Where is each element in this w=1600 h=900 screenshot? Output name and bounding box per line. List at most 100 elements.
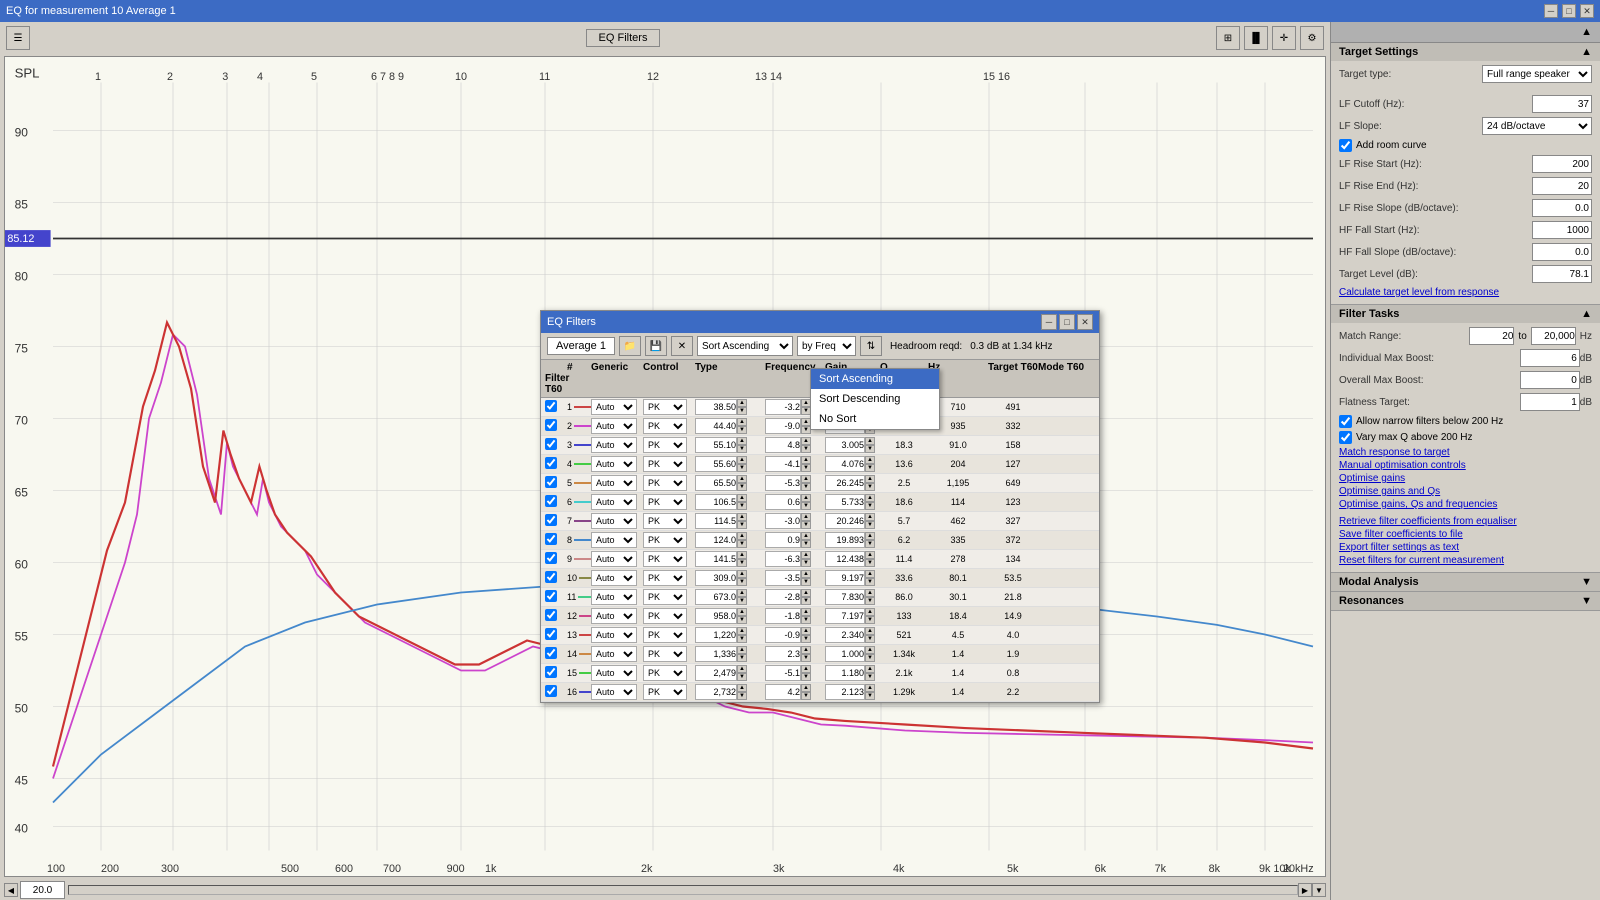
sort-none-item[interactable]: No Sort [811,409,939,429]
filter-freq-16[interactable] [695,684,737,700]
eq-filters-button[interactable]: EQ Filters [586,29,661,47]
optimise-gains-link[interactable]: Optimise gains [1339,473,1592,484]
eq-dialog-maximize[interactable]: □ [1059,314,1075,330]
sort-ascending-item[interactable]: Sort Ascending [811,369,939,389]
settings-icon[interactable]: ⚙ [1300,26,1324,50]
filter-type-2[interactable]: PK [643,418,687,434]
filter-gain-3[interactable] [765,437,801,453]
filter-enabled-8[interactable] [545,533,557,545]
lf-rise-end-input[interactable] [1532,177,1592,195]
filter-gain-2[interactable] [765,418,801,434]
filter-enabled-2[interactable] [545,419,557,431]
hf-fall-start-input[interactable] [1532,221,1592,239]
scroll-down-button[interactable]: ▼ [1312,883,1326,897]
add-room-curve-checkbox[interactable] [1339,139,1352,152]
filter-freq-15[interactable] [695,665,737,681]
filter-gain-7[interactable] [765,513,801,529]
individual-max-boost-input[interactable] [1520,349,1580,367]
filter-control-15[interactable]: Auto [591,665,637,681]
eq-sort-select[interactable]: Sort Ascending Sort Descending No Sort [697,336,793,356]
filter-control-12[interactable]: Auto [591,608,637,624]
filter-gain-16[interactable] [765,684,801,700]
filter-freq-10[interactable] [695,570,737,586]
filter-gain-9[interactable] [765,551,801,567]
filter-control-8[interactable]: Auto [591,532,637,548]
filter-control-11[interactable]: Auto [591,589,637,605]
filter-enabled-16[interactable] [545,685,557,697]
allow-narrow-checkbox[interactable] [1339,415,1352,428]
reset-link[interactable]: Reset filters for current measurement [1339,555,1592,566]
eq-freq-select[interactable]: by Freq by Band [797,336,856,356]
lf-rise-slope-input[interactable] [1532,199,1592,217]
filter-q-13[interactable] [825,627,865,643]
match-range-to-input[interactable] [1531,327,1576,345]
filter-enabled-7[interactable] [545,514,557,526]
minimize-button[interactable]: ─ [1544,4,1558,18]
manual-opt-link[interactable]: Manual optimisation controls [1339,460,1592,471]
filter-enabled-14[interactable] [545,647,557,659]
filter-type-6[interactable]: PK [643,494,687,510]
filter-freq-12[interactable] [695,608,737,624]
target-type-select[interactable]: Full range speaker [1482,65,1592,83]
filter-control-5[interactable]: Auto [591,475,637,491]
filter-gain-8[interactable] [765,532,801,548]
filter-control-14[interactable]: Auto [591,646,637,662]
hf-fall-slope-input[interactable] [1532,243,1592,261]
filter-enabled-3[interactable] [545,438,557,450]
vary-max-checkbox[interactable] [1339,431,1352,444]
filter-freq-5[interactable] [695,475,737,491]
filter-enabled-15[interactable] [545,666,557,678]
filter-type-10[interactable]: PK [643,570,687,586]
filter-q-7[interactable] [825,513,865,529]
filter-gain-1[interactable] [765,399,801,415]
menu-button[interactable]: ☰ [6,26,30,50]
sidebar-collapse-icon[interactable]: ▲ [1581,26,1592,38]
filter-control-7[interactable]: Auto [591,513,637,529]
filter-q-11[interactable] [825,589,865,605]
filter-control-13[interactable]: Auto [591,627,637,643]
filter-control-10[interactable]: Auto [591,570,637,586]
filter-freq-8[interactable] [695,532,737,548]
filter-q-9[interactable] [825,551,865,567]
filter-control-3[interactable]: Auto [591,437,637,453]
filter-type-13[interactable]: PK [643,627,687,643]
filter-type-3[interactable]: PK [643,437,687,453]
filter-type-16[interactable]: PK [643,684,687,700]
maximize-button[interactable]: □ [1562,4,1576,18]
filter-q-8[interactable] [825,532,865,548]
export-link[interactable]: Export filter settings as text [1339,542,1592,553]
filter-type-11[interactable]: PK [643,589,687,605]
filter-type-5[interactable]: PK [643,475,687,491]
eq-tab-average1[interactable]: Average 1 [547,337,615,355]
filter-gain-10[interactable] [765,570,801,586]
eq-dialog-minimize[interactable]: ─ [1041,314,1057,330]
close-button[interactable]: ✕ [1580,4,1594,18]
filter-gain-6[interactable] [765,494,801,510]
filter-gain-4[interactable] [765,456,801,472]
filter-enabled-9[interactable] [545,552,557,564]
eq-close-tab-button[interactable]: ✕ [671,336,693,356]
filter-enabled-10[interactable] [545,571,557,583]
filter-control-6[interactable]: Auto [591,494,637,510]
filter-control-16[interactable]: Auto [591,684,637,700]
target-settings-header[interactable]: Target Settings ▲ [1331,43,1600,61]
filter-gain-13[interactable] [765,627,801,643]
freq-min-input[interactable]: 20.0 [20,881,65,899]
resonances-header[interactable]: Resonances ▼ [1331,592,1600,610]
filter-q-12[interactable] [825,608,865,624]
optimise-all-link[interactable]: Optimise gains, Qs and frequencies [1339,499,1592,510]
filter-gain-11[interactable] [765,589,801,605]
filter-freq-2[interactable] [695,418,737,434]
scroll-right-button[interactable]: ▶ [1298,883,1312,897]
filter-freq-11[interactable] [695,589,737,605]
filter-freq-13[interactable] [695,627,737,643]
filter-enabled-5[interactable] [545,476,557,488]
filter-control-1[interactable]: Auto [591,399,637,415]
filter-freq-6[interactable] [695,494,737,510]
filter-type-8[interactable]: PK [643,532,687,548]
scroll-left-button[interactable]: ◀ [4,883,18,897]
columns-icon[interactable]: ▐▌ [1244,26,1268,50]
eq-dialog-close[interactable]: ✕ [1077,314,1093,330]
filter-freq-9[interactable] [695,551,737,567]
filter-q-14[interactable] [825,646,865,662]
